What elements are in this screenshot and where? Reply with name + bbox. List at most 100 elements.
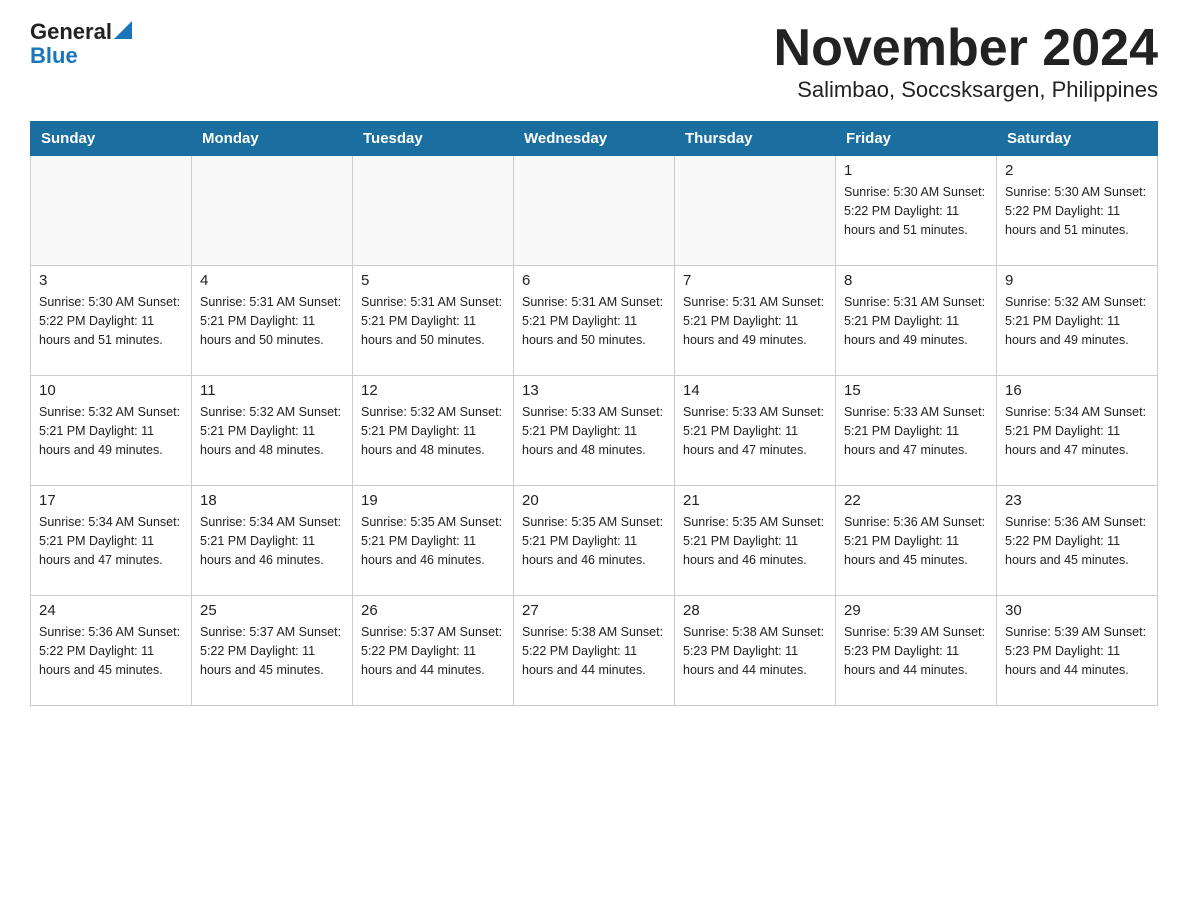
day-info: Sunrise: 5:39 AM Sunset: 5:23 PM Dayligh… (844, 623, 988, 679)
day-number: 28 (683, 602, 827, 619)
calendar-cell: 25 Sunrise: 5:37 AM Sunset: 5:22 PM Dayli… (192, 596, 353, 706)
calendar-cell: 22 Sunrise: 5:36 AM Sunset: 5:21 PM Dayli… (836, 486, 997, 596)
day-info: Sunrise: 5:33 AM Sunset: 5:21 PM Dayligh… (683, 403, 827, 459)
day-number: 23 (1005, 492, 1149, 509)
calendar-cell: 24 Sunrise: 5:36 AM Sunset: 5:22 PM Dayli… (31, 596, 192, 706)
day-info: Sunrise: 5:31 AM Sunset: 5:21 PM Dayligh… (200, 293, 344, 349)
day-info: Sunrise: 5:30 AM Sunset: 5:22 PM Dayligh… (39, 293, 183, 349)
day-number: 24 (39, 602, 183, 619)
day-info: Sunrise: 5:32 AM Sunset: 5:21 PM Dayligh… (39, 403, 183, 459)
day-info: Sunrise: 5:31 AM Sunset: 5:21 PM Dayligh… (683, 293, 827, 349)
day-info: Sunrise: 5:36 AM Sunset: 5:21 PM Dayligh… (844, 513, 988, 569)
day-info: Sunrise: 5:35 AM Sunset: 5:21 PM Dayligh… (683, 513, 827, 569)
page-subtitle: Salimbao, Soccsksargen, Philippines (774, 77, 1158, 103)
calendar-cell: 29Sunrise: 5:39 AM Sunset: 5:23 PM Dayli… (836, 596, 997, 706)
calendar-cell: 23 Sunrise: 5:36 AM Sunset: 5:22 PM Dayli… (997, 486, 1158, 596)
day-info: Sunrise: 5:32 AM Sunset: 5:21 PM Dayligh… (200, 403, 344, 459)
calendar-cell: 17 Sunrise: 5:34 AM Sunset: 5:21 PM Dayli… (31, 486, 192, 596)
calendar-cell: 5 Sunrise: 5:31 AM Sunset: 5:21 PM Daylig… (353, 266, 514, 376)
header-saturday: Saturday (997, 122, 1158, 156)
day-number: 8 (844, 272, 988, 289)
day-number: 13 (522, 382, 666, 399)
day-number: 6 (522, 272, 666, 289)
header-friday: Friday (836, 122, 997, 156)
calendar-cell: 9 Sunrise: 5:32 AM Sunset: 5:21 PM Daylig… (997, 266, 1158, 376)
week-row-4: 17 Sunrise: 5:34 AM Sunset: 5:21 PM Dayli… (31, 486, 1158, 596)
day-info: Sunrise: 5:36 AM Sunset: 5:22 PM Dayligh… (1005, 513, 1149, 569)
day-info: Sunrise: 5:39 AM Sunset: 5:23 PM Dayligh… (1005, 623, 1149, 679)
day-info: Sunrise: 5:33 AM Sunset: 5:21 PM Dayligh… (522, 403, 666, 459)
calendar-cell: 20 Sunrise: 5:35 AM Sunset: 5:21 PM Dayli… (514, 486, 675, 596)
day-info: Sunrise: 5:37 AM Sunset: 5:22 PM Dayligh… (200, 623, 344, 679)
week-row-5: 24 Sunrise: 5:36 AM Sunset: 5:22 PM Dayli… (31, 596, 1158, 706)
day-info: Sunrise: 5:30 AM Sunset: 5:22 PM Dayligh… (844, 183, 988, 239)
day-number: 3 (39, 272, 183, 289)
day-number: 25 (200, 602, 344, 619)
day-number: 12 (361, 382, 505, 399)
day-number: 5 (361, 272, 505, 289)
calendar-cell: 21Sunrise: 5:35 AM Sunset: 5:21 PM Dayli… (675, 486, 836, 596)
calendar-cell: 14Sunrise: 5:33 AM Sunset: 5:21 PM Dayli… (675, 376, 836, 486)
day-number: 10 (39, 382, 183, 399)
day-number: 4 (200, 272, 344, 289)
calendar-cell: 1 Sunrise: 5:30 AM Sunset: 5:22 PM Daylig… (836, 156, 997, 266)
day-info: Sunrise: 5:38 AM Sunset: 5:22 PM Dayligh… (522, 623, 666, 679)
day-number: 30 (1005, 602, 1149, 619)
day-info: Sunrise: 5:32 AM Sunset: 5:21 PM Dayligh… (361, 403, 505, 459)
calendar-cell: 10 Sunrise: 5:32 AM Sunset: 5:21 PM Dayli… (31, 376, 192, 486)
calendar-cell (192, 156, 353, 266)
week-row-3: 10 Sunrise: 5:32 AM Sunset: 5:21 PM Dayli… (31, 376, 1158, 486)
calendar-cell: 12 Sunrise: 5:32 AM Sunset: 5:21 PM Dayli… (353, 376, 514, 486)
calendar-cell: 7 Sunrise: 5:31 AM Sunset: 5:21 PM Daylig… (675, 266, 836, 376)
page-header: General Blue November 2024 Salimbao, Soc… (30, 20, 1158, 103)
day-info: Sunrise: 5:34 AM Sunset: 5:21 PM Dayligh… (39, 513, 183, 569)
day-number: 15 (844, 382, 988, 399)
day-number: 9 (1005, 272, 1149, 289)
calendar-cell: 16Sunrise: 5:34 AM Sunset: 5:21 PM Dayli… (997, 376, 1158, 486)
calendar-cell: 4 Sunrise: 5:31 AM Sunset: 5:21 PM Daylig… (192, 266, 353, 376)
calendar-cell (675, 156, 836, 266)
day-info: Sunrise: 5:32 AM Sunset: 5:21 PM Dayligh… (1005, 293, 1149, 349)
day-number: 26 (361, 602, 505, 619)
day-info: Sunrise: 5:33 AM Sunset: 5:21 PM Dayligh… (844, 403, 988, 459)
day-number: 27 (522, 602, 666, 619)
calendar-cell: 26Sunrise: 5:37 AM Sunset: 5:22 PM Dayli… (353, 596, 514, 706)
header-tuesday: Tuesday (353, 122, 514, 156)
day-number: 18 (200, 492, 344, 509)
header-wednesday: Wednesday (514, 122, 675, 156)
calendar-cell: 28 Sunrise: 5:38 AM Sunset: 5:23 PM Dayli… (675, 596, 836, 706)
day-number: 2 (1005, 162, 1149, 179)
day-info: Sunrise: 5:31 AM Sunset: 5:21 PM Dayligh… (361, 293, 505, 349)
day-info: Sunrise: 5:30 AM Sunset: 5:22 PM Dayligh… (1005, 183, 1149, 239)
day-info: Sunrise: 5:36 AM Sunset: 5:22 PM Dayligh… (39, 623, 183, 679)
day-info: Sunrise: 5:34 AM Sunset: 5:21 PM Dayligh… (200, 513, 344, 569)
calendar-cell: 19Sunrise: 5:35 AM Sunset: 5:21 PM Dayli… (353, 486, 514, 596)
day-number: 19 (361, 492, 505, 509)
calendar-cell: 13 Sunrise: 5:33 AM Sunset: 5:21 PM Dayli… (514, 376, 675, 486)
page-title: November 2024 (774, 20, 1158, 77)
calendar-cell: 30 Sunrise: 5:39 AM Sunset: 5:23 PM Dayli… (997, 596, 1158, 706)
calendar-header-row: SundayMondayTuesdayWednesdayThursdayFrid… (31, 122, 1158, 156)
calendar-cell: 2 Sunrise: 5:30 AM Sunset: 5:22 PM Daylig… (997, 156, 1158, 266)
day-info: Sunrise: 5:38 AM Sunset: 5:23 PM Dayligh… (683, 623, 827, 679)
day-number: 1 (844, 162, 988, 179)
day-number: 16 (1005, 382, 1149, 399)
logo-general-text: General (30, 20, 112, 44)
calendar-cell: 8 Sunrise: 5:31 AM Sunset: 5:21 PM Daylig… (836, 266, 997, 376)
calendar-cell (31, 156, 192, 266)
week-row-2: 3 Sunrise: 5:30 AM Sunset: 5:22 PM Daylig… (31, 266, 1158, 376)
day-info: Sunrise: 5:35 AM Sunset: 5:21 PM Dayligh… (522, 513, 666, 569)
logo-blue-text: Blue (30, 44, 136, 68)
calendar-cell: 11Sunrise: 5:32 AM Sunset: 5:21 PM Dayli… (192, 376, 353, 486)
title-block: November 2024 Salimbao, Soccsksargen, Ph… (774, 20, 1158, 103)
header-monday: Monday (192, 122, 353, 156)
day-info: Sunrise: 5:31 AM Sunset: 5:21 PM Dayligh… (844, 293, 988, 349)
calendar-cell: 18 Sunrise: 5:34 AM Sunset: 5:21 PM Dayli… (192, 486, 353, 596)
day-number: 20 (522, 492, 666, 509)
day-number: 17 (39, 492, 183, 509)
calendar-cell: 27 Sunrise: 5:38 AM Sunset: 5:22 PM Dayli… (514, 596, 675, 706)
day-number: 7 (683, 272, 827, 289)
calendar-cell: 3 Sunrise: 5:30 AM Sunset: 5:22 PM Daylig… (31, 266, 192, 376)
logo-triangle-icon (114, 21, 136, 41)
day-number: 22 (844, 492, 988, 509)
